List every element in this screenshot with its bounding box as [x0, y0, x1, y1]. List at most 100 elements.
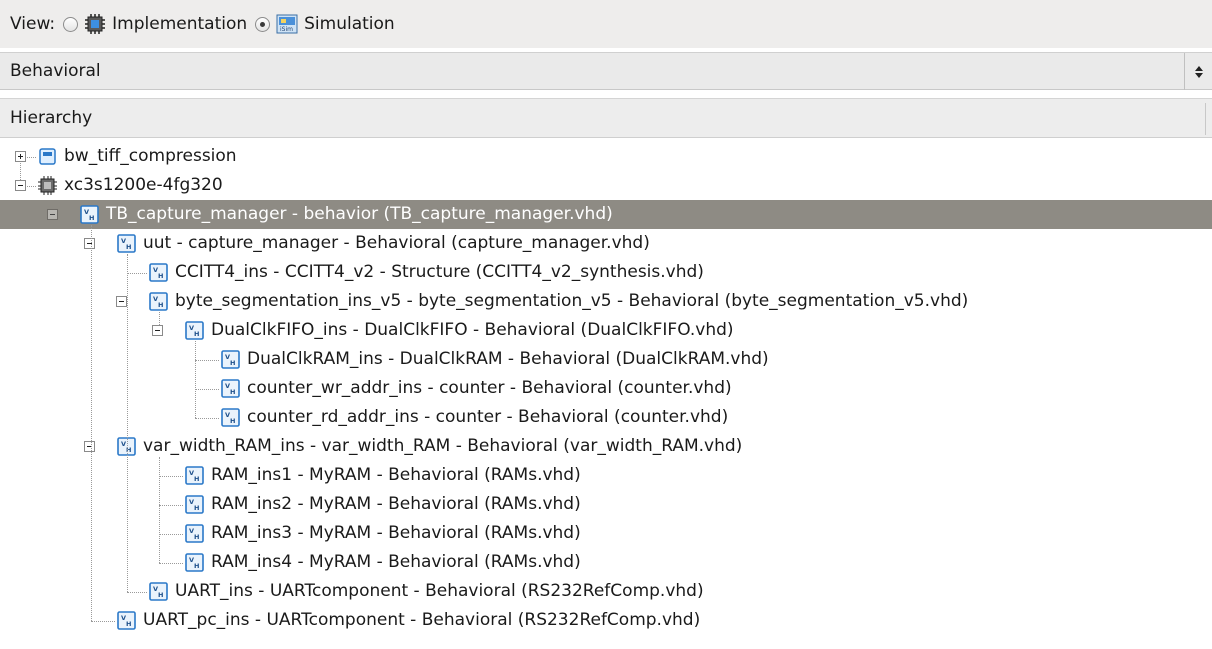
svg-text:H: H: [194, 562, 199, 570]
svg-text:H: H: [230, 388, 235, 396]
hierarchy-header-label: Hierarchy: [10, 108, 93, 128]
vhdl-file-icon: VH: [117, 234, 136, 253]
svg-text:H: H: [194, 475, 199, 483]
implementation-radio[interactable]: [63, 16, 79, 32]
expand-icon[interactable]: [15, 151, 26, 162]
tree-item-label: CCITT4_ins - CCITT4_v2 - Structure (CCIT…: [175, 262, 704, 282]
collapse-icon[interactable]: [152, 325, 163, 336]
simulation-label[interactable]: Simulation: [304, 14, 395, 34]
svg-text:H: H: [158, 301, 163, 309]
collapse-icon[interactable]: [116, 296, 127, 307]
tree-connector: [195, 418, 219, 419]
view-option-implementation[interactable]: Implementation: [61, 13, 247, 35]
tree-row[interactable]: V H DualClkRAM_ins - DualClkRAM - Behavior…: [0, 345, 1212, 374]
tree-item-label: uut - capture_manager - Behavioral (capt…: [143, 233, 650, 253]
vhdl-file-icon: VH: [149, 263, 168, 282]
tree-row[interactable]: V H counter_rd_addr_ins - counter - Behavi…: [0, 403, 1212, 432]
tree-item-label: var_width_RAM_ins - var_width_RAM - Beha…: [143, 436, 743, 456]
tree-connector: [91, 225, 92, 621]
tree-item-label: RAM_ins3 - MyRAM - Behavioral (RAMs.vhd): [211, 523, 581, 543]
svg-text:iSim: iSim: [280, 26, 293, 33]
tree-connector: [127, 273, 147, 274]
tree-row[interactable]: V H counter_wr_addr_ins - counter - Behavi…: [0, 374, 1212, 403]
tree-connector: [159, 457, 160, 563]
dropdown-arrows-icon[interactable]: [1184, 53, 1212, 90]
tree-row[interactable]: V H CCITT4_ins - CCITT4_v2 - Structure (CC…: [0, 258, 1212, 287]
svg-text:H: H: [230, 417, 235, 425]
tree-row[interactable]: V H uut - capture_manager - Behavioral (ca…: [0, 229, 1212, 258]
tree-connector: [159, 563, 183, 564]
tree-row[interactable]: V H TB_capture_manager - behavior (TB_capt…: [0, 200, 1212, 229]
tree-connector: [27, 157, 36, 158]
svg-text:H: H: [230, 359, 235, 367]
vhdl-file-icon: VH: [117, 611, 136, 630]
hierarchy-column-header[interactable]: Hierarchy: [0, 98, 1212, 138]
tree-connector: [195, 389, 219, 390]
svg-text:H: H: [158, 272, 163, 280]
tree-item-label: RAM_ins4 - MyRAM - Behavioral (RAMs.vhd): [211, 552, 581, 572]
svg-text:H: H: [194, 330, 199, 338]
vhdl-file-icon: VH: [221, 379, 240, 398]
collapse-icon[interactable]: [84, 441, 95, 452]
tree-item-label: UART_ins - UARTcomponent - Behavioral (R…: [175, 581, 704, 601]
tree-connector: [159, 505, 183, 506]
hierarchy-tree: bw_tiff_compression xc3s1200e-4fg320 V H TB_…: [0, 140, 1212, 649]
tree-item-label: DualClkFIFO_ins - DualClkFIFO - Behavior…: [211, 320, 734, 340]
view-label: View:: [10, 14, 56, 34]
implementation-label[interactable]: Implementation: [112, 14, 247, 34]
tree-row[interactable]: V H DualClkFIFO_ins - DualClkFIFO - Behavi…: [0, 316, 1212, 345]
vhdl-file-icon: VH: [185, 553, 204, 572]
vhdl-file-icon: VH: [80, 205, 99, 224]
svg-text:H: H: [89, 214, 94, 222]
tree-item-label: RAM_ins2 - MyRAM - Behavioral (RAMs.vhd): [211, 494, 581, 514]
tree-row[interactable]: V Hvar_width_RAM_ins - var_width_RAM - Be…: [0, 432, 1212, 461]
tree-connector: [159, 312, 160, 325]
tree-connector: [91, 621, 115, 622]
svg-text:H: H: [194, 533, 199, 541]
tree-item-label: byte_segmentation_ins_v5 - byte_segmenta…: [175, 291, 969, 311]
tree-connector: [159, 476, 183, 477]
view-option-simulation[interactable]: iSim Simulation: [253, 13, 395, 35]
header-separator: [1205, 103, 1206, 135]
simulation-radio[interactable]: [255, 16, 271, 32]
vhdl-file-icon: VH: [221, 408, 240, 427]
tree-connector: [195, 341, 196, 418]
svg-text:H: H: [194, 504, 199, 512]
tree-item-label: UART_pc_ins - UARTcomponent - Behavioral…: [143, 610, 701, 630]
vhdl-file-icon: VH: [185, 524, 204, 543]
tree-connector: [127, 254, 128, 592]
isim-simulation-icon: iSim: [276, 14, 298, 34]
tree-connector: [159, 534, 183, 535]
view-selector-bar: View: Implementation iSim Simulation: [0, 0, 1212, 48]
view-mode-dropdown[interactable]: Behavioral: [0, 52, 1212, 90]
vhdl-file-icon: VH: [149, 582, 168, 601]
project-icon: [39, 148, 56, 165]
tree-item-label: counter_rd_addr_ins - counter - Behavior…: [247, 407, 729, 427]
vhdl-file-icon: VH: [185, 321, 204, 340]
tree-item-label: RAM_ins1 - MyRAM - Behavioral (RAMs.vhd): [211, 465, 581, 485]
vhdl-file-icon: VH: [185, 466, 204, 485]
svg-text:H: H: [158, 591, 163, 599]
implementation-chip-icon: [85, 14, 106, 34]
tree-row[interactable]: V H UART_pc_ins - UARTcomponent - Behavior…: [0, 606, 1212, 635]
view-mode-value: Behavioral: [10, 61, 101, 81]
collapse-icon[interactable]: [47, 209, 58, 220]
svg-text:H: H: [126, 620, 131, 628]
tree-row[interactable]: V H byte_segmentation_ins_v5 - byte_segmen…: [0, 287, 1212, 316]
tree-row[interactable]: V H UART_ins - UARTcomponent - Behavioral …: [0, 577, 1212, 606]
tree-connector: [20, 163, 21, 180]
fpga-device-icon: [38, 176, 57, 195]
tree-item-label: TB_capture_manager - behavior (TB_captur…: [106, 204, 613, 224]
tree-item-label: xc3s1200e-4fg320: [64, 175, 223, 195]
collapse-icon[interactable]: [84, 238, 95, 249]
collapse-icon[interactable]: [15, 180, 26, 191]
tree-row[interactable]: bw_tiff_compression: [0, 142, 1212, 171]
tree-item-label: DualClkRAM_ins - DualClkRAM - Behavioral…: [247, 349, 769, 369]
tree-row[interactable]: xc3s1200e-4fg320: [0, 171, 1212, 200]
vhdl-file-icon: VH: [149, 292, 168, 311]
tree-connector: [27, 186, 36, 187]
svg-text:H: H: [126, 243, 131, 251]
tree-connector: [127, 592, 147, 593]
tree-item-label: bw_tiff_compression: [64, 146, 237, 166]
tree-connector: [195, 360, 219, 361]
